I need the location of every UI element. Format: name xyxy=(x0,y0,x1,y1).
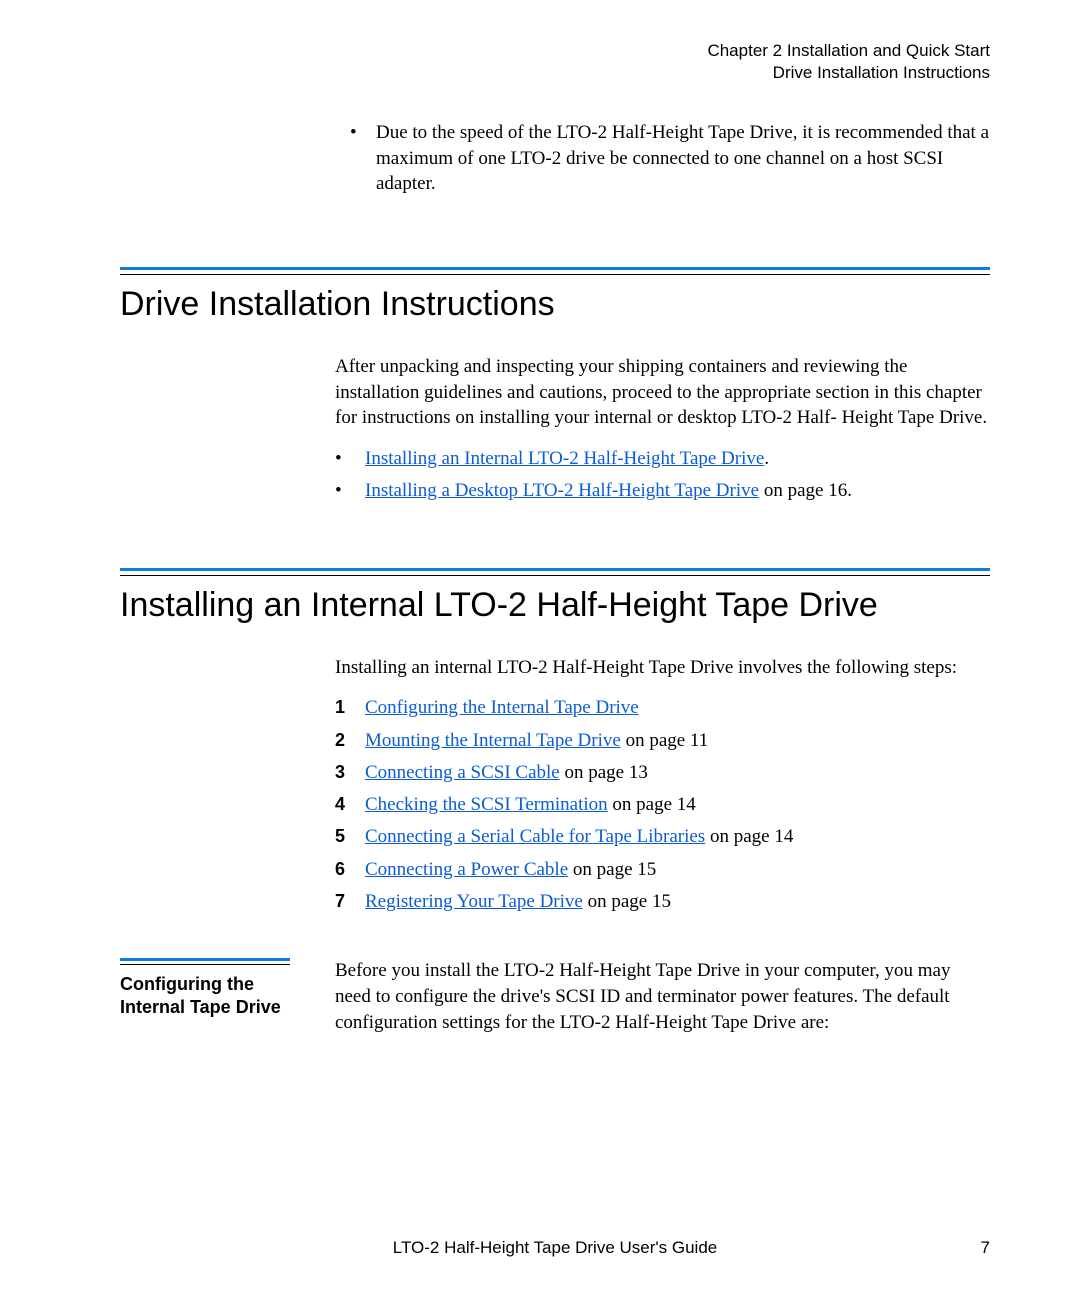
link-step-6[interactable]: Connecting a Power Cable xyxy=(365,859,568,880)
link-step-7[interactable]: Registering Your Tape Drive xyxy=(365,891,583,912)
page-header: Chapter 2 Installation and Quick Start D… xyxy=(120,40,990,84)
list-item: 4 Checking the SCSI Termination on page … xyxy=(335,789,990,821)
section-heading-drive-installation: Drive Installation Instructions xyxy=(120,285,990,324)
step-number: 3 xyxy=(335,757,365,789)
link-step-5[interactable]: Connecting a Serial Cable for Tape Libra… xyxy=(365,826,705,847)
link-suffix: on page 15 xyxy=(568,859,656,880)
page-footer: LTO-2 Half-Height Tape Drive User's Guid… xyxy=(120,1238,990,1258)
list-item: 3 Connecting a SCSI Cable on page 13 xyxy=(335,757,990,789)
link-step-2[interactable]: Mounting the Internal Tape Drive xyxy=(365,730,621,751)
list-item: 6 Connecting a Power Cable on page 15 xyxy=(335,854,990,886)
link-step-3[interactable]: Connecting a SCSI Cable xyxy=(365,762,560,783)
section-heading-install-internal: Installing an Internal LTO-2 Half-Height… xyxy=(120,586,990,625)
list-item: • Installing a Desktop LTO-2 Half-Height… xyxy=(335,475,990,507)
rule-black xyxy=(120,964,290,965)
subsection-body: Before you install the LTO-2 Half-Height… xyxy=(335,958,990,1035)
link-suffix: on page 14 xyxy=(705,826,793,847)
list-item: • Installing an Internal LTO-2 Half-Heig… xyxy=(335,443,990,475)
section2-numbered-list: 1 Configuring the Internal Tape Drive 2 … xyxy=(335,692,990,918)
header-section: Drive Installation Instructions xyxy=(120,62,990,84)
step-number: 2 xyxy=(335,725,365,757)
list-item: 1 Configuring the Internal Tape Drive xyxy=(335,692,990,724)
header-chapter: Chapter 2 Installation and Quick Start xyxy=(120,40,990,62)
section1-paragraph: After unpacking and inspecting your ship… xyxy=(335,354,990,431)
intro-bullet: • Due to the speed of the LTO-2 Half-Hei… xyxy=(350,120,990,197)
link-step-1[interactable]: Configuring the Internal Tape Drive xyxy=(365,697,639,718)
step-number: 6 xyxy=(335,854,365,886)
step-number: 1 xyxy=(335,692,365,724)
rule-blue xyxy=(120,568,990,571)
link-suffix: on page 16. xyxy=(759,480,852,501)
step-number: 5 xyxy=(335,821,365,853)
bullet-dot-icon: • xyxy=(335,475,365,507)
section1-bullet-list: • Installing an Internal LTO-2 Half-Heig… xyxy=(335,443,990,508)
bullet-dot-icon: • xyxy=(350,120,376,197)
list-item: 7 Registering Your Tape Drive on page 15 xyxy=(335,886,990,918)
step-number: 7 xyxy=(335,886,365,918)
subsection-configuring: Configuring the Internal Tape Drive Befo… xyxy=(120,958,990,1035)
rule-black xyxy=(120,575,990,576)
rule-blue xyxy=(120,267,990,270)
link-install-desktop[interactable]: Installing a Desktop LTO-2 Half-Height T… xyxy=(365,480,759,501)
rule-blue xyxy=(120,958,290,961)
step-number: 4 xyxy=(335,789,365,821)
footer-title: LTO-2 Half-Height Tape Drive User's Guid… xyxy=(120,1238,990,1258)
link-suffix: on page 11 xyxy=(621,730,708,751)
link-install-internal[interactable]: Installing an Internal LTO-2 Half-Height… xyxy=(365,448,764,469)
subsection-label: Configuring the Internal Tape Drive xyxy=(120,973,315,1018)
list-item: 5 Connecting a Serial Cable for Tape Lib… xyxy=(335,821,990,853)
rule-black xyxy=(120,274,990,275)
link-suffix: on page 14 xyxy=(608,794,696,815)
list-item: 2 Mounting the Internal Tape Drive on pa… xyxy=(335,725,990,757)
section2-paragraph: Installing an internal LTO-2 Half-Height… xyxy=(335,655,990,681)
link-suffix: on page 15 xyxy=(583,891,671,912)
link-suffix: on page 13 xyxy=(560,762,648,783)
link-step-4[interactable]: Checking the SCSI Termination xyxy=(365,794,608,815)
link-suffix: . xyxy=(764,448,769,469)
intro-bullet-text: Due to the speed of the LTO-2 Half-Heigh… xyxy=(376,120,990,197)
bullet-dot-icon: • xyxy=(335,443,365,475)
